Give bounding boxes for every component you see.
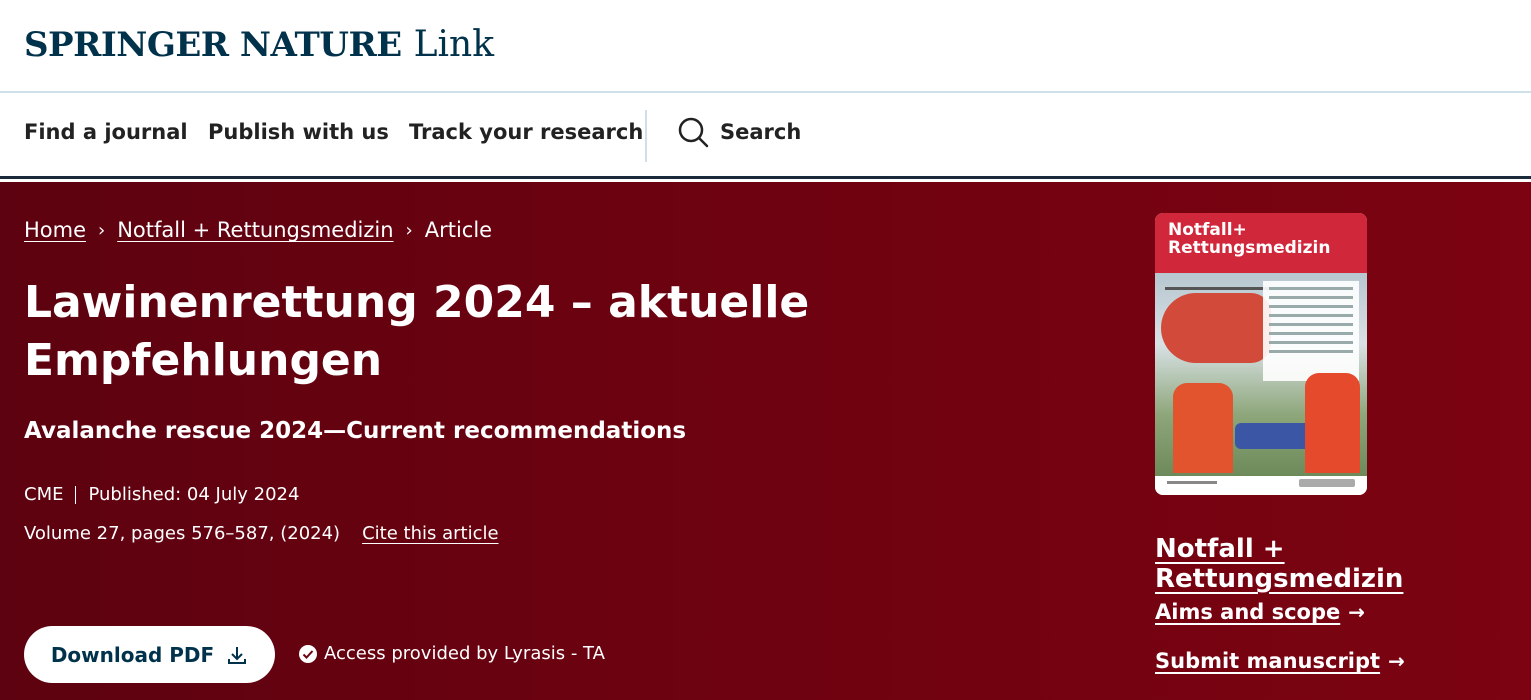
stretcher-shape [1235, 423, 1315, 449]
download-pdf-label: Download PDF [50, 642, 215, 667]
journal-title-link[interactable]: Notfall + Rettungsmedizin [1155, 534, 1531, 594]
submit-manuscript-link[interactable]: Submit manuscript → [1155, 649, 1405, 673]
rescuer-shape [1305, 373, 1360, 473]
submit-manuscript-label: Submit manuscript [1155, 649, 1381, 673]
aims-scope-link[interactable]: Aims and scope → [1155, 600, 1365, 624]
meta-divider [75, 485, 77, 504]
check-circle-icon [298, 644, 318, 664]
article-citation-info: Volume 27, pages 576–587, (2024) Cite th… [24, 523, 499, 544]
journal-cover-image[interactable]: Notfall+ Rettungsmedizin [1155, 213, 1367, 495]
aims-scope-label: Aims and scope [1155, 600, 1341, 624]
article-meta: CME Published: 04 July 2024 [24, 484, 299, 505]
main-nav: Find a journal Publish with us Track you… [0, 93, 1531, 179]
article-title: Lawinenrettung 2024 – aktuelle Empfehlun… [24, 277, 810, 386]
nav-publish-with-us[interactable]: Publish with us [208, 120, 389, 144]
search-button[interactable]: Search [676, 115, 801, 149]
access-notice: Access provided by Lyrasis - TA [298, 643, 605, 664]
search-label: Search [720, 120, 802, 144]
breadcrumb-current: Article [424, 218, 493, 242]
springer-nature-link-logo[interactable]: SPRINGER NATURE Link [24, 24, 494, 65]
article-subtitle: Avalanche rescue 2024—Current recommenda… [24, 418, 687, 444]
cover-photo [1155, 273, 1367, 476]
cite-article-link[interactable]: Cite this article [362, 523, 498, 544]
nav-track-research[interactable]: Track your research [409, 120, 643, 144]
published-date: Published: 04 July 2024 [88, 484, 300, 505]
cover-title-line2: Rettungsmedizin [1168, 238, 1331, 258]
article-type: CME [24, 484, 64, 505]
download-icon [226, 644, 248, 666]
cover-contents-box [1263, 281, 1359, 381]
helicopter-shape [1161, 293, 1271, 363]
breadcrumb-home[interactable]: Home [24, 218, 86, 242]
brand-main: SPRINGER NATURE [24, 25, 402, 65]
site-header: SPRINGER NATURE Link [0, 0, 1531, 93]
search-icon [676, 115, 710, 149]
arrow-right-icon: → [1388, 649, 1405, 673]
breadcrumb-journal[interactable]: Notfall + Rettungsmedizin [117, 218, 393, 242]
cover-footer [1155, 476, 1367, 495]
rescuer-shape [1173, 383, 1233, 473]
arrow-right-icon: → [1348, 600, 1366, 624]
cover-header: Notfall+ Rettungsmedizin [1155, 213, 1367, 273]
chevron-right-icon: › [405, 219, 413, 241]
nav-find-journal[interactable]: Find a journal [24, 120, 188, 144]
cover-title-line1: Notfall+ [1168, 220, 1247, 240]
chevron-right-icon: › [98, 219, 106, 241]
nav-divider [645, 110, 647, 162]
article-hero: Home › Notfall + Rettungsmedizin › Artic… [0, 182, 1531, 700]
download-pdf-button[interactable]: Download PDF [24, 626, 275, 683]
access-text: Access provided by Lyrasis - TA [324, 643, 605, 664]
breadcrumb: Home › Notfall + Rettungsmedizin › Artic… [24, 218, 492, 242]
volume-pages: Volume 27, pages 576–587, (2024) [24, 523, 341, 544]
brand-sub: Link [413, 24, 495, 65]
